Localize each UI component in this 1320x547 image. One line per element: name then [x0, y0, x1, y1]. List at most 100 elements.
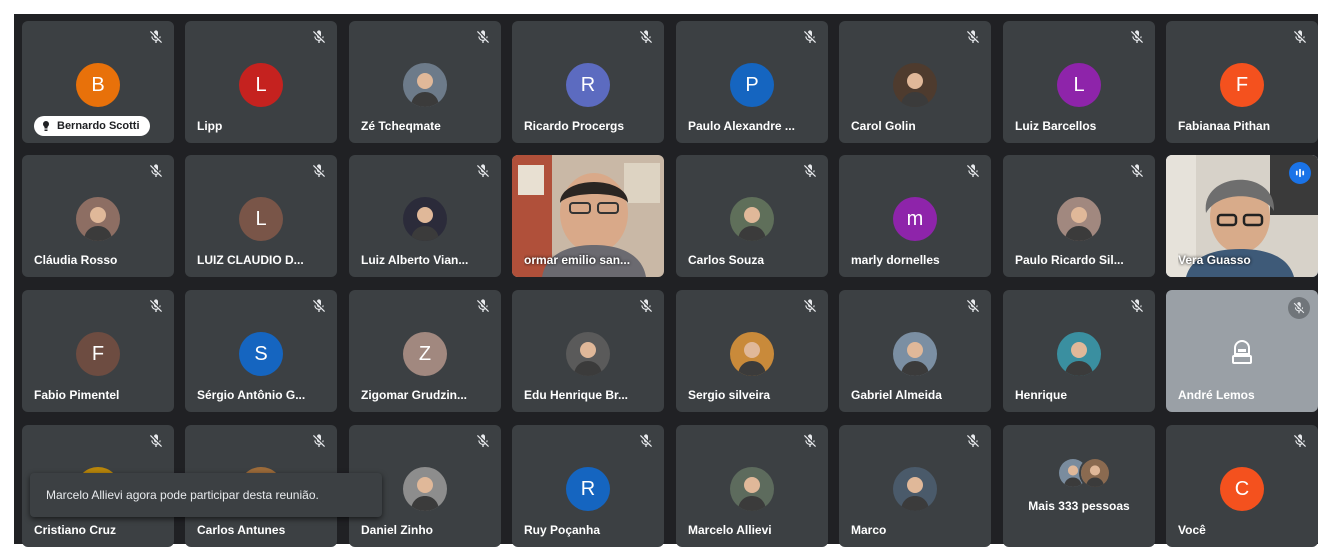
participant-video-tile[interactable]: ormar emilio san... [512, 155, 664, 277]
participant-name: ormar emilio san... [524, 253, 631, 267]
more-participants-label: Mais 333 pessoas [1028, 499, 1130, 513]
mic-off-icon [802, 163, 818, 179]
participant-name: Marco [851, 523, 887, 537]
avatar: L [1057, 63, 1101, 107]
participant-tile[interactable]: Zé Tcheqmate [349, 21, 501, 143]
mic-off-icon [1292, 29, 1308, 45]
meeting-grid: B Bernardo Scotti L Lipp Zé Tcheqmate R Ricard… [14, 14, 1318, 547]
pin-icon [43, 121, 49, 131]
speaking-indicator-icon [1289, 162, 1311, 184]
avatar: S [239, 332, 283, 376]
participant-tile[interactable]: L LUIZ CLAUDIO D... [185, 155, 337, 277]
mic-off-icon [148, 163, 164, 179]
participant-tile[interactable]: P Paulo Alexandre ... [676, 21, 828, 143]
avatar [893, 467, 937, 511]
participant-tile[interactable]: S Sérgio Antônio G... [185, 290, 337, 412]
participant-name: Ricardo Procergs [524, 119, 625, 133]
mic-off-icon [965, 298, 981, 314]
avatar [1057, 332, 1101, 376]
avatar [730, 197, 774, 241]
participant-name: Paulo Ricardo Sil... [1015, 253, 1124, 267]
participant-tile[interactable]: Marco [839, 425, 991, 547]
participant-tile[interactable]: Edu Henrique Br... [512, 290, 664, 412]
participant-name: Ruy Poçanha [524, 523, 601, 537]
mic-off-icon [475, 298, 491, 314]
participant-name: marly dornelles [851, 253, 940, 267]
participant-tile[interactable]: L Luiz Barcellos [1003, 21, 1155, 143]
avatar: R [566, 467, 610, 511]
mic-off-icon [965, 433, 981, 449]
avatar [1057, 197, 1101, 241]
participant-name: Zigomar Grudzin... [361, 388, 468, 402]
participant-tile[interactable]: Sergio silveira [676, 290, 828, 412]
participant-tile[interactable]: André Lemos [1166, 290, 1318, 412]
mic-off-icon [638, 29, 654, 45]
avatar: P [730, 63, 774, 107]
avatar [76, 197, 120, 241]
participant-name: André Lemos [1178, 388, 1255, 402]
mic-off-icon [1288, 297, 1310, 319]
participant-tile[interactable]: R Ricardo Procergs [512, 21, 664, 143]
participant-name: Daniel Zinho [361, 523, 433, 537]
mic-off-icon [311, 163, 327, 179]
participant-tile[interactable]: F Fabio Pimentel [22, 290, 174, 412]
participant-video-tile[interactable]: Vera Guasso [1166, 155, 1318, 277]
mic-off-icon [475, 163, 491, 179]
participant-tile[interactable]: Z Zigomar Grudzin... [349, 290, 501, 412]
mic-off-icon [638, 433, 654, 449]
avatar [893, 332, 937, 376]
mic-off-icon [475, 433, 491, 449]
participant-name: Você [1178, 523, 1206, 537]
mic-off-icon [965, 163, 981, 179]
participant-tile[interactable]: B Bernardo Scotti [22, 21, 174, 143]
participant-tile[interactable]: m marly dornelles [839, 155, 991, 277]
mic-off-icon [1292, 433, 1308, 449]
participant-tile[interactable]: C Você [1166, 425, 1318, 547]
participant-name: Edu Henrique Br... [524, 388, 629, 402]
participant-tile[interactable]: L Lipp [185, 21, 337, 143]
mic-off-icon [638, 298, 654, 314]
participant-tile[interactable]: Carlos Souza [676, 155, 828, 277]
join-notification-toast: Marcelo Allievi agora pode participar de… [30, 473, 382, 517]
avatar: F [1220, 63, 1264, 107]
more-participants-tile[interactable]: Mais 333 pessoas [1003, 425, 1155, 547]
participant-name: Sergio silveira [688, 388, 771, 402]
participant-name: Fabio Pimentel [34, 388, 120, 402]
participant-name: Cláudia Rosso [34, 253, 118, 267]
avatar [566, 332, 610, 376]
avatar [403, 467, 447, 511]
participant-tile[interactable]: Cláudia Rosso [22, 155, 174, 277]
participant-tile[interactable]: R Ruy Poçanha [512, 425, 664, 547]
pinned-name-chip[interactable]: Bernardo Scotti [34, 116, 150, 136]
mic-off-icon [1129, 163, 1145, 179]
anonymous-user-icon [1229, 338, 1255, 366]
avatar [893, 63, 937, 107]
participant-tile[interactable]: Paulo Ricardo Sil... [1003, 155, 1155, 277]
avatar [403, 197, 447, 241]
avatar: L [239, 197, 283, 241]
avatar [1079, 457, 1111, 489]
participant-tile[interactable]: Henrique [1003, 290, 1155, 412]
participant-name: Henrique [1015, 388, 1068, 402]
participant-tile[interactable]: F Fabianaa Pithan [1166, 21, 1318, 143]
avatar: C [1220, 467, 1264, 511]
avatar: Z [403, 332, 447, 376]
participant-name: Carlos Souza [688, 253, 765, 267]
more-participants-avatars [1057, 457, 1111, 489]
avatar [730, 467, 774, 511]
participant-name: Fabianaa Pithan [1178, 119, 1271, 133]
toast-text: Marcelo Allievi agora pode participar de… [46, 488, 319, 502]
participant-name: Luiz Alberto Vian... [361, 253, 469, 267]
participant-tile[interactable]: Luiz Alberto Vian... [349, 155, 501, 277]
mic-off-icon [148, 29, 164, 45]
mic-off-icon [475, 29, 491, 45]
participant-name: LUIZ CLAUDIO D... [197, 253, 304, 267]
participant-name: Lipp [197, 119, 223, 133]
avatar: m [893, 197, 937, 241]
participant-tile[interactable]: Gabriel Almeida [839, 290, 991, 412]
participant-tile[interactable]: Carol Golin [839, 21, 991, 143]
participant-name: Paulo Alexandre ... [688, 119, 795, 133]
mic-off-icon [311, 29, 327, 45]
participant-tile[interactable]: Marcelo Allievi [676, 425, 828, 547]
mic-off-icon [802, 433, 818, 449]
